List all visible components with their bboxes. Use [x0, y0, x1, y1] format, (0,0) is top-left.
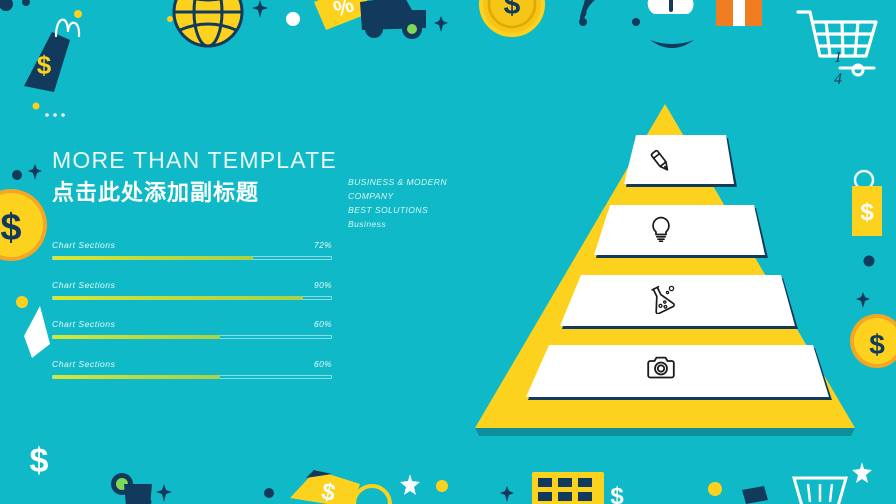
delivery-truck-icon	[360, 0, 426, 39]
dot-decor	[436, 480, 448, 492]
coin-icon: $	[0, 189, 47, 261]
coin-icon: $	[479, 0, 545, 37]
sparkle-icon	[434, 16, 448, 32]
small-dot-decor	[74, 10, 82, 18]
bar-fill	[53, 374, 220, 379]
bar-row: Chart Sections 60%	[52, 359, 332, 379]
bar-fill	[53, 256, 254, 260]
gift-box-icon	[716, 0, 762, 26]
pyramid-level-4	[526, 345, 832, 400]
svg-text:$: $	[860, 199, 874, 226]
cloud-upload-icon	[647, 0, 694, 14]
svg-text:$: $	[610, 483, 624, 504]
sparkle-icon	[252, 0, 268, 18]
bar-percent: 90%	[314, 279, 332, 290]
arrow-decor	[24, 306, 50, 358]
pyramid-diagram	[470, 100, 860, 440]
camera-icon	[644, 351, 678, 385]
tag-decor	[742, 486, 768, 504]
coin-icon	[352, 484, 392, 504]
bar-percent: 60%	[314, 319, 332, 329]
shopping-cart-icon	[796, 10, 878, 77]
flask-icon	[644, 282, 678, 316]
dot-decor	[16, 296, 28, 308]
bar-track	[52, 256, 332, 260]
bar-chart: Chart Sections 72% Chart Sections 90% Ch…	[52, 240, 332, 398]
bar-header: Chart Sections 60%	[52, 319, 332, 329]
basket-icon	[792, 476, 848, 504]
dot-decor	[286, 12, 300, 26]
headline-block: MORE THAN TEMPLATE 点击此处添加副标题	[52, 147, 342, 206]
bar-percent: 72%	[314, 240, 332, 250]
bar-header: Chart Sections 60%	[52, 359, 332, 369]
svg-text:1: 1	[834, 49, 842, 66]
bar-row: Chart Sections 72%	[52, 240, 332, 260]
dot-decor	[264, 488, 274, 498]
dollar-sign-icon: $	[30, 442, 49, 480]
bar-fill	[53, 295, 304, 300]
dot-row-decor	[45, 113, 65, 117]
svg-text:$: $	[504, 0, 521, 21]
dollar-sign-icon: $	[610, 483, 624, 504]
dot-decor	[12, 170, 22, 180]
bar-track	[52, 295, 332, 300]
bar-label: Chart Sections	[52, 358, 116, 369]
percent-tag-icon: %	[314, 0, 372, 30]
pyramid-level-2	[594, 205, 768, 258]
svg-text:$: $	[319, 478, 338, 504]
smile-decor	[650, 40, 694, 48]
caption-line-1: BUSINESS & MODERN	[348, 177, 447, 187]
star-icon	[852, 462, 872, 483]
page-subtitle: 点击此处添加副标题	[52, 180, 260, 206]
bar-track	[52, 335, 332, 339]
dot-decor	[0, 0, 30, 11]
bar-fill	[53, 335, 220, 339]
bag-icon	[124, 484, 152, 504]
dot-decor	[632, 18, 640, 26]
star-icon	[400, 474, 420, 495]
globe-icon	[172, 0, 244, 48]
svg-text:$: $	[37, 50, 52, 80]
svg-text:$: $	[30, 442, 49, 480]
caption-line-4: Business	[348, 218, 387, 229]
pyramid-bottom-shadow	[475, 428, 855, 436]
bar-label: Chart Sections	[52, 279, 116, 290]
dot-decor	[863, 255, 875, 267]
bar-header: Chart Sections 72%	[52, 240, 332, 250]
sparkle-icon	[156, 484, 172, 502]
pyramid-level-3	[560, 275, 798, 329]
caption-block: BUSINESS & MODERN COMPANY BEST SOLUTIONS…	[348, 176, 478, 232]
caption-line-3: BEST SOLUTIONS	[348, 204, 429, 215]
lightbulb-icon	[644, 212, 678, 246]
svg-text:%: %	[330, 0, 357, 22]
caption-line-2: COMPANY	[348, 190, 394, 201]
page-title: MORE THAN TEMPLATE	[52, 147, 337, 173]
magnifier-icon	[111, 473, 152, 504]
cart-digits-decor: 1 4	[834, 49, 842, 88]
dot-decor	[708, 482, 722, 496]
sparkle-icon	[28, 164, 42, 180]
svg-text:$: $	[869, 329, 885, 360]
dollar-tag-icon: $	[24, 32, 70, 92]
sparkle-icon	[500, 486, 514, 502]
svg-text:4: 4	[834, 71, 842, 88]
dot-decor	[32, 102, 40, 110]
pencil-icon	[644, 145, 678, 179]
bar-percent: 60%	[314, 358, 332, 369]
bar-label: Chart Sections	[52, 319, 116, 329]
calculator-icon	[532, 472, 604, 504]
squiggle-decor	[54, 18, 81, 38]
wifi-icon	[579, 0, 596, 26]
bar-label: Chart Sections	[52, 240, 116, 250]
bar-row: Chart Sections 60%	[52, 319, 332, 339]
bar-track	[52, 374, 332, 379]
dollar-tag-icon: $	[290, 470, 360, 504]
dot-decor	[167, 16, 173, 22]
bar-row: Chart Sections 90%	[52, 280, 332, 300]
slide-canvas: $ % $ 1 4 $ $ $ $ $ $ MORE THAN TEMPLATE…	[0, 0, 896, 504]
svg-text:$: $	[0, 207, 21, 249]
bar-header: Chart Sections 90%	[52, 280, 332, 290]
